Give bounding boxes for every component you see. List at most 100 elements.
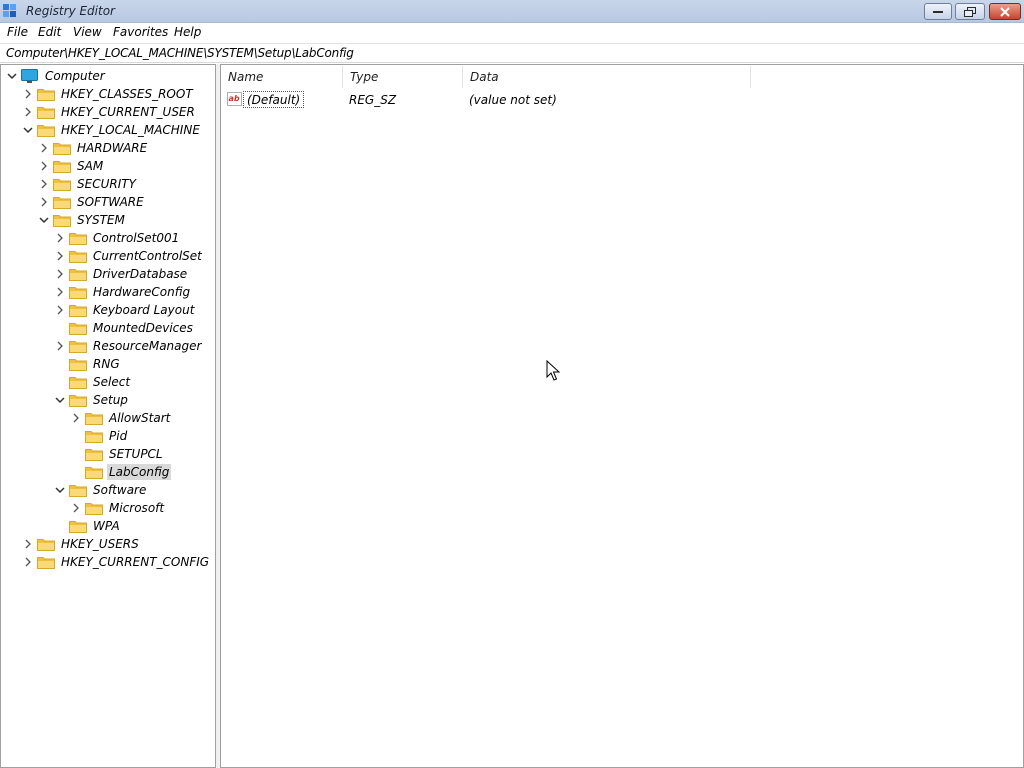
folder-icon [53,141,71,155]
mouse-cursor-icon [546,360,560,381]
chevron-down-icon[interactable] [54,394,66,406]
chevron-down-icon[interactable] [6,70,18,82]
restore-button[interactable] [955,3,985,20]
chevron-right-icon[interactable] [22,538,34,550]
chevron-down-icon[interactable] [54,484,66,496]
value-list-pane[interactable]: Name Type Data ab (Default) REG_SZ (valu… [220,64,1024,768]
column-header-type[interactable]: Type [343,66,463,88]
tree-item-label: SAM [77,159,104,173]
tree-item-label: SECURITY [77,177,136,191]
tree-item[interactable]: Software [54,481,148,499]
menu-file[interactable]: File [7,25,28,39]
tree-item-label: CurrentControlSet [93,249,202,263]
tree-item-label: HKEY_CURRENT_USER [61,105,195,119]
tree-item[interactable]: MountedDevices [54,319,195,337]
folder-icon [53,213,71,227]
folder-icon [69,321,87,335]
address-bar[interactable]: Computer\HKEY_LOCAL_MACHINE\SYSTEM\Setup… [0,43,1024,63]
folder-icon [37,123,55,137]
tree-item[interactable]: SOFTWARE [38,193,146,211]
tree-item[interactable]: AllowStart [70,409,172,427]
tree-item[interactable]: ControlSet001 [54,229,181,247]
chevron-right-icon[interactable] [38,160,50,172]
minimize-button[interactable] [924,3,952,20]
tree-item[interactable]: WPA [54,517,122,535]
folder-icon [85,411,103,425]
tree-item-label: HKEY_CLASSES_ROOT [61,87,193,101]
folder-icon [69,393,87,407]
tree-item[interactable]: HKEY_LOCAL_MACHINE [22,121,202,139]
tree-item[interactable]: Pid [70,427,129,445]
tree-item[interactable]: ResourceManager [54,337,203,355]
chevron-right-icon[interactable] [38,142,50,154]
chevron-right-icon[interactable] [70,502,82,514]
address-path[interactable]: Computer\HKEY_LOCAL_MACHINE\SYSTEM\Setup… [6,46,354,60]
chevron-right-icon[interactable] [54,268,66,280]
chevron-right-icon[interactable] [22,556,34,568]
tree-item-label: HKEY_USERS [61,537,139,551]
tree-item[interactable]: Setup [54,391,130,409]
tree-item[interactable]: CurrentControlSet [54,247,204,265]
chevron-right-icon[interactable] [38,196,50,208]
chevron-right-icon[interactable] [22,106,34,118]
close-button[interactable] [989,3,1021,20]
chevron-right-icon[interactable] [22,88,34,100]
tree-item-label: Pid [109,429,128,443]
chevron-down-icon[interactable] [38,214,50,226]
key-tree-pane[interactable]: Computer HKEY_CLASSES_ROOT HKEY_CURRENT_US… [0,64,216,768]
tree-item-label: ControlSet001 [93,231,180,245]
chevron-down-icon[interactable] [22,124,34,136]
folder-icon [85,501,103,515]
tree-item-label: WPA [93,519,120,533]
column-header-data[interactable]: Data [463,66,751,88]
chevron-right-icon[interactable] [54,304,66,316]
title-bar: Registry Editor [0,0,1024,23]
chevron-right-icon[interactable] [38,178,50,190]
value-row[interactable]: ab (Default) REG_SZ (value not set) [221,91,781,109]
tree-item[interactable]: Microsoft [70,499,166,517]
restore-icon [964,6,976,17]
menu-help[interactable]: Help [174,25,201,39]
tree-root-computer[interactable]: Computer [6,67,107,85]
menu-favorites[interactable]: Favorites [113,25,168,39]
tree-item[interactable]: SYSTEM [38,211,127,229]
tree-item[interactable]: Select [54,373,132,391]
tree-item[interactable]: DriverDatabase [54,265,189,283]
tree-item[interactable]: HardwareConfig [54,283,192,301]
chevron-right-icon[interactable] [54,340,66,352]
menu-view[interactable]: View [73,25,102,39]
chevron-right-icon[interactable] [54,250,66,262]
close-icon [1000,6,1010,17]
value-type: REG_SZ [349,93,397,107]
chevron-right-icon[interactable] [54,232,66,244]
tree-item[interactable]: HARDWARE [38,139,149,157]
tree-item[interactable]: HKEY_CURRENT_CONFIG [22,553,211,571]
tree-item[interactable]: Keyboard Layout [54,301,196,319]
chevron-right-icon[interactable] [70,412,82,424]
chevron-right-icon[interactable] [54,286,66,298]
menu-bar: File Edit View Favorites Help [0,23,1024,43]
tree-item[interactable]: HKEY_USERS [22,535,141,553]
folder-icon [37,555,55,569]
tree-item-label: Software [93,483,147,497]
tree-item-label: Setup [93,393,128,407]
tree-item[interactable]: HKEY_CLASSES_ROOT [22,85,195,103]
tree-item[interactable]: SECURITY [38,175,138,193]
tree-item-selected[interactable]: LabConfig [70,463,172,481]
tree-root-label: Computer [45,69,105,83]
folder-icon [85,447,103,461]
column-header-name[interactable]: Name [221,66,343,88]
folder-icon [69,375,87,389]
tree-item[interactable]: SETUPCL [70,445,165,463]
menu-edit[interactable]: Edit [38,25,61,39]
tree-item[interactable]: SAM [38,157,105,175]
tree-item[interactable]: RNG [54,355,122,373]
folder-icon [69,231,87,245]
value-name[interactable]: (Default) [243,91,305,108]
tree-item[interactable]: HKEY_CURRENT_USER [22,103,197,121]
